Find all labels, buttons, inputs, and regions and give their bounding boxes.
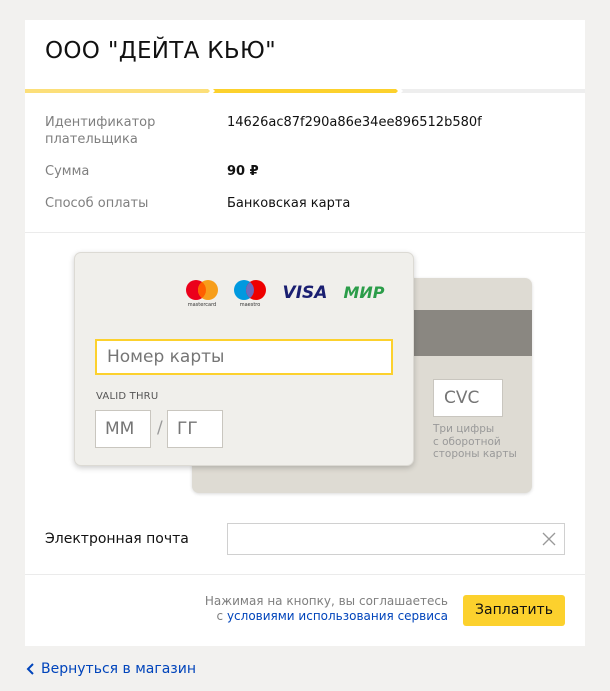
merchant-title: ООО "ДЕЙТА КЬЮ"	[45, 38, 277, 64]
cvc-hint-line3: стороны карты	[433, 448, 517, 460]
mastercard-text: mastercard	[188, 302, 216, 307]
terms-prefix: с	[216, 609, 224, 623]
card-front: mastercard maestro VISA МИР VALID THRU /	[74, 252, 414, 466]
cvc-hint-line2: с оборотной	[433, 435, 501, 448]
divider	[25, 574, 585, 575]
card-logos: mastercard maestro VISA МИР	[185, 279, 389, 307]
payer-id-label-line1: Идентификатор	[45, 115, 156, 130]
email-label: Электронная почта	[45, 531, 189, 547]
mir-text: МИР	[343, 283, 384, 302]
valid-thru-label: VALID THRU	[96, 391, 159, 402]
terms-line2: с условиями использования сервиса	[205, 609, 448, 624]
visa-icon: VISA	[283, 283, 328, 303]
expiry-month-input[interactable]	[95, 410, 151, 448]
payer-id-value: 14626ac87f290a86e34ee896512b580f	[227, 115, 482, 130]
progress-step-2	[213, 89, 398, 93]
maestro-icon: maestro	[234, 280, 266, 307]
pay-button[interactable]: Заплатить	[463, 595, 565, 626]
payer-id-label-line2: плательщика	[45, 132, 138, 147]
back-to-shop-link[interactable]: Вернуться в магазин	[25, 661, 196, 677]
cvc-input[interactable]	[433, 379, 503, 417]
expiry-separator: /	[157, 418, 163, 438]
payer-id-label: Идентификатор плательщика	[45, 114, 155, 148]
back-link-label: Вернуться в магазин	[41, 661, 196, 677]
terms-text: Нажимая на кнопку, вы соглашаетесь с усл…	[205, 594, 448, 624]
clear-icon[interactable]	[542, 532, 556, 546]
expiry-year-input[interactable]	[167, 410, 223, 448]
card-number-input[interactable]	[95, 339, 393, 375]
payment-method-value: Банковская карта	[227, 196, 351, 211]
email-input[interactable]	[227, 523, 565, 555]
mastercard-icon: mastercard	[186, 280, 218, 307]
visa-text: VISA	[283, 283, 328, 303]
progress-step-1	[25, 89, 210, 93]
cvc-hint: Три цифры с оборотной стороны карты	[433, 423, 528, 461]
divider	[25, 232, 585, 233]
progress-step-3	[401, 89, 585, 93]
progress-bar	[25, 89, 585, 93]
cvc-hint-line1: Три цифры	[433, 423, 495, 435]
payment-method-label: Способ оплаты	[45, 196, 149, 211]
terms-link[interactable]: условиями использования сервиса	[227, 609, 448, 623]
amount-value: 90 ₽	[227, 164, 259, 179]
amount-label: Сумма	[45, 164, 90, 179]
maestro-text: maestro	[240, 302, 261, 307]
chevron-left-icon	[26, 663, 34, 675]
payment-panel: ООО "ДЕЙТА КЬЮ" Идентификатор плательщик…	[25, 20, 585, 646]
mir-icon: МИР	[343, 283, 384, 302]
terms-line1: Нажимая на кнопку, вы соглашаетесь	[204, 594, 448, 608]
